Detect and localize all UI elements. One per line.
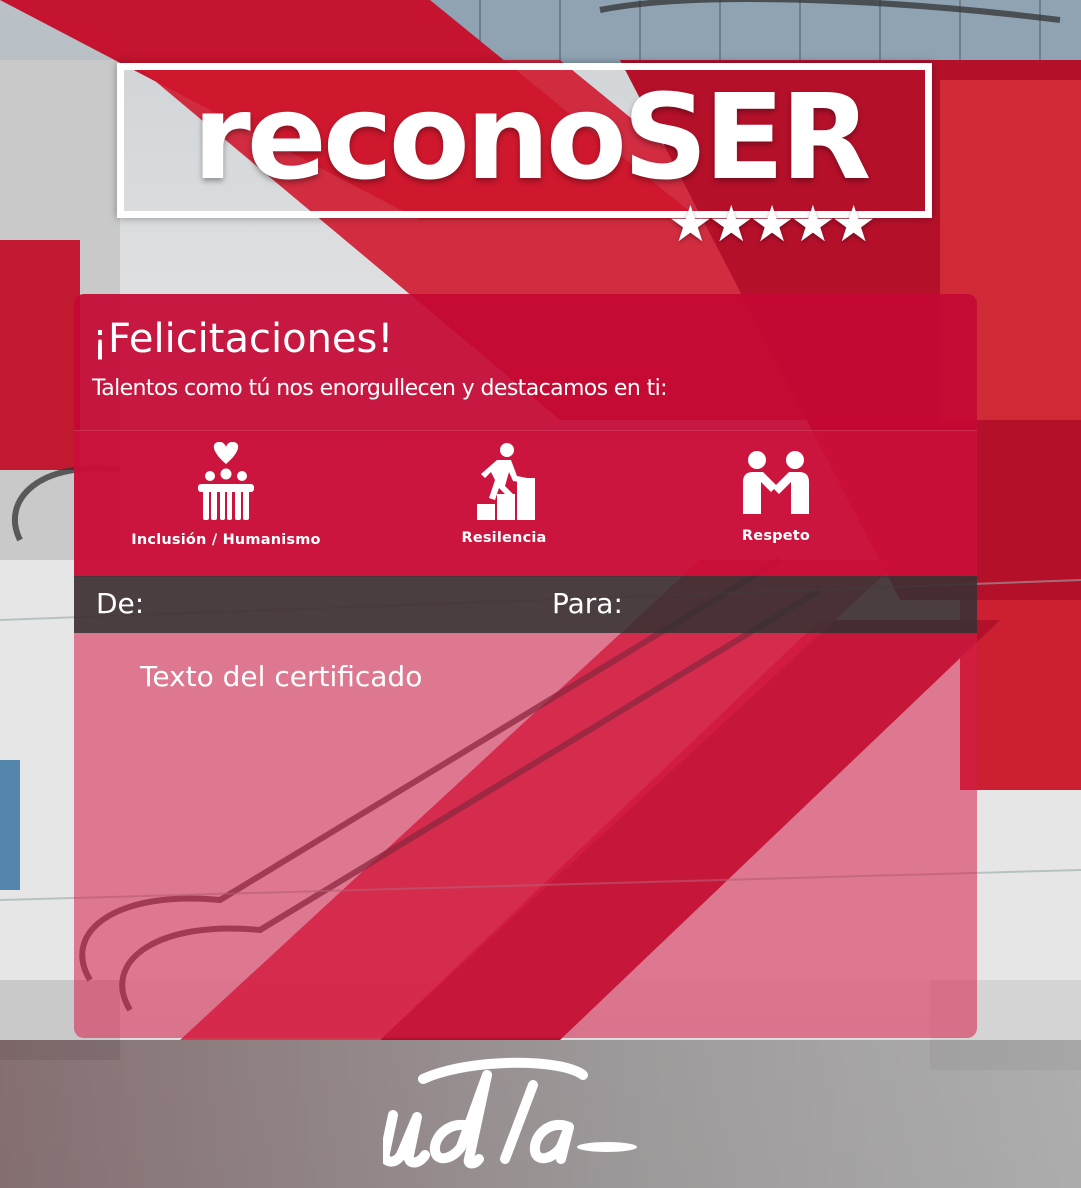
certificate-title: ¡Felicitaciones! (92, 316, 394, 362)
udla-logo (383, 1057, 637, 1169)
value-inclusion: Inclusión / Humanismo (106, 442, 346, 548)
climbing-steps-icon (477, 443, 535, 520)
handshake-icon (743, 451, 809, 514)
certificate-subtitle: Talentos como tú nos enorgullecen y dest… (92, 376, 668, 401)
certificate-body-text: Texto del certificado (140, 660, 423, 693)
value-label: Resilencia (461, 530, 547, 546)
certificate-body: Texto del certificado (74, 633, 977, 1038)
value-label: Respeto (741, 528, 811, 544)
value-respect: Respeto (656, 442, 896, 544)
group-heart-icon (198, 442, 254, 520)
from-to-bar: De: Para: (74, 576, 977, 633)
to-label: Para: (552, 587, 623, 620)
value-label: Inclusión / Humanismo (131, 532, 321, 548)
value-resilience: Resilencia (384, 442, 624, 546)
logo-wordmark: reconoSER (192, 68, 872, 206)
logo-stars: ★★★★★ (668, 195, 876, 253)
from-label: De: (96, 587, 145, 620)
certificate-card: ¡Felicitaciones! Talentos como tú nos en… (74, 294, 977, 1038)
